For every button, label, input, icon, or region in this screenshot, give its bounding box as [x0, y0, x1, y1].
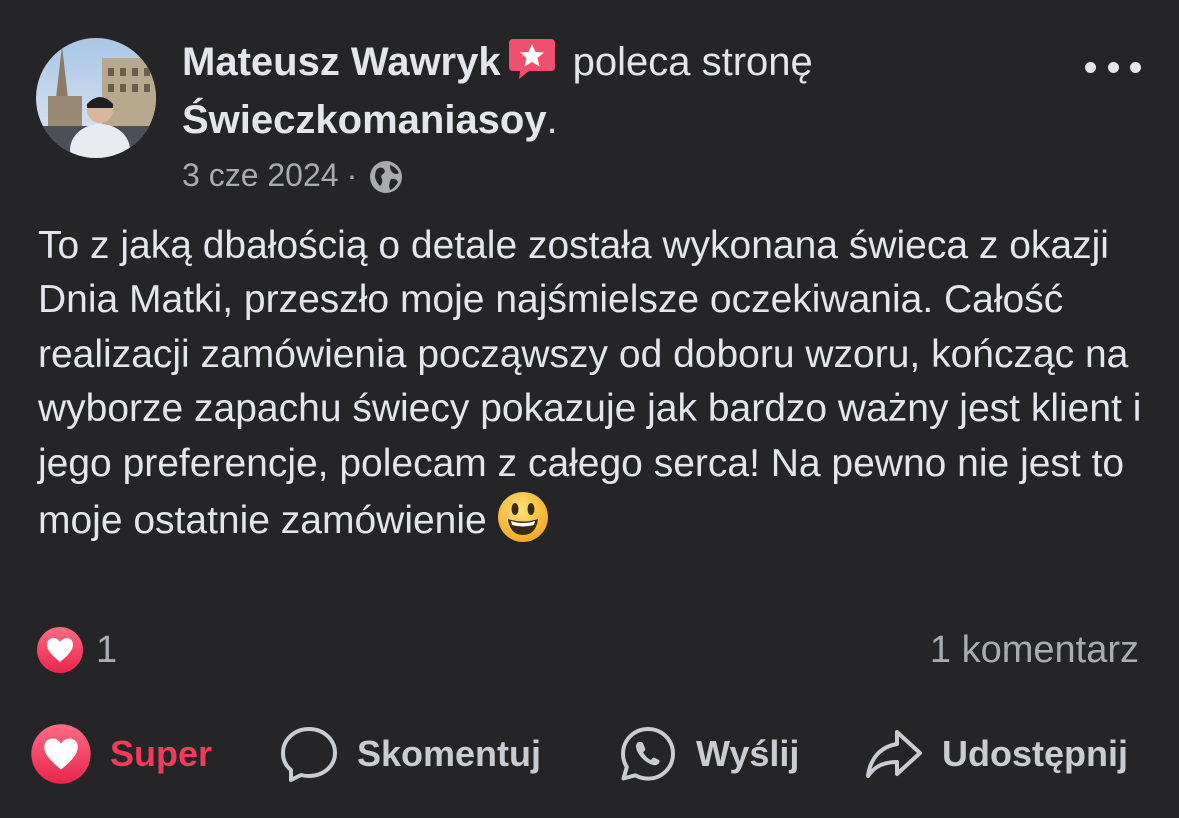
globe-icon — [369, 160, 403, 205]
share-arrow-icon — [866, 730, 922, 778]
post-meta: 3 cze 2024 · — [182, 153, 403, 205]
more-dot — [1130, 61, 1141, 73]
reaction-count: 1 — [96, 628, 118, 671]
more-dot — [1107, 61, 1119, 73]
send-label: Wyślij — [696, 733, 800, 774]
share-button[interactable]: Udostępnij — [864, 722, 1128, 786]
post-body: To z jaką dbałością o detale została wyk… — [38, 219, 1148, 558]
post-header: Mateusz Wawryk poleca stronę Świeczkoman… — [182, 36, 1042, 146]
recommend-star-icon — [507, 37, 557, 94]
super-label: Super — [110, 733, 213, 774]
post-body-text: To z jaką dbałością o detale została wyk… — [38, 224, 1142, 543]
author-name[interactable]: Mateusz Wawryk — [182, 40, 501, 84]
super-button[interactable]: Super — [30, 722, 212, 786]
comment-icon — [281, 727, 337, 782]
love-reaction-icon — [37, 627, 83, 673]
author-avatar[interactable] — [36, 38, 156, 158]
page-name-link[interactable]: Świeczkomaniasoy — [182, 98, 547, 142]
comment-label: Skomentuj — [357, 733, 542, 774]
comment-count-link[interactable]: 1 komentarz — [930, 626, 1139, 674]
smiley-emoji-icon — [497, 491, 549, 558]
meta-separator: · — [346, 157, 358, 193]
post-date[interactable]: 3 cze 2024 — [182, 157, 339, 193]
more-dot — [1085, 61, 1096, 73]
love-reaction-icon — [31, 724, 91, 784]
share-label: Udostępnij — [942, 733, 1128, 774]
more-options-icon[interactable] — [1085, 56, 1141, 78]
reaction-summary[interactable]: 1 — [36, 626, 117, 674]
header-line: Mateusz Wawryk poleca stronę — [182, 36, 1042, 94]
page-name-suffix: . — [546, 98, 558, 142]
recommendation-text: poleca stronę — [572, 40, 813, 84]
whatsapp-icon — [621, 727, 675, 781]
send-button[interactable]: Wyślij — [618, 722, 799, 786]
comment-button[interactable]: Skomentuj — [279, 722, 541, 786]
recommendation-post: Mateusz Wawryk poleca stronę Świeczkoman… — [0, 0, 1179, 818]
